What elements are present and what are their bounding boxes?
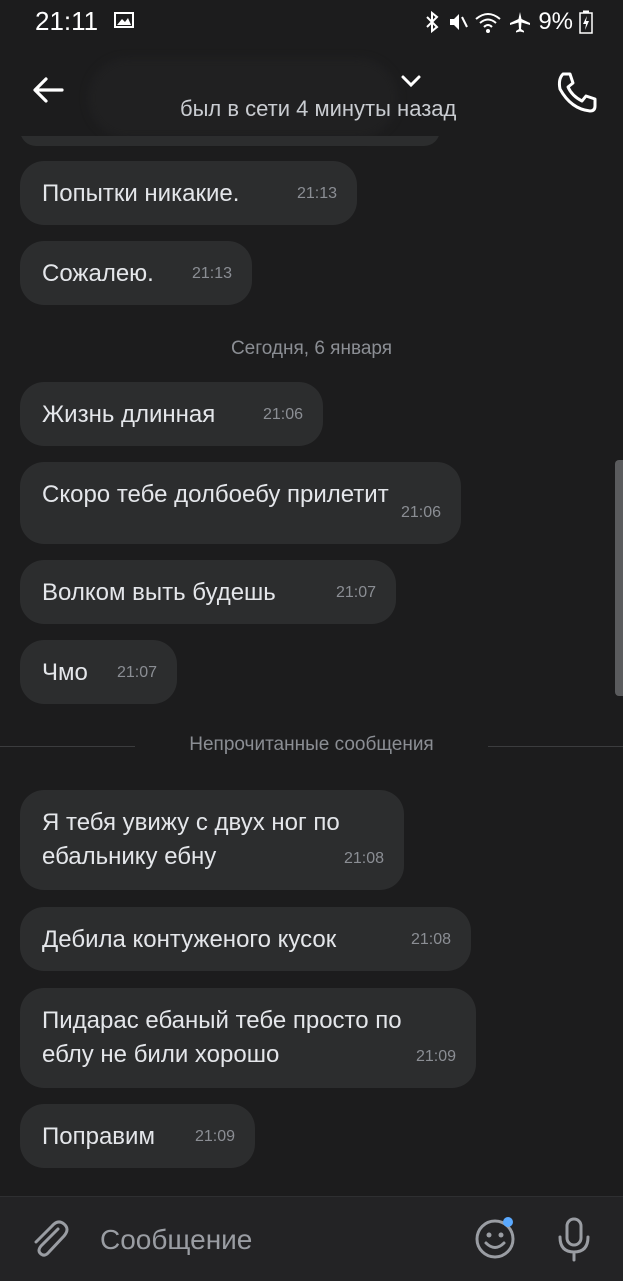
message-bubble[interactable]: Пидарас ебаный тебе просто по еблу не би… xyxy=(20,988,476,1088)
message-bubble[interactable]: Дебила контуженого кусок 21:08 xyxy=(20,907,471,971)
message-bubble[interactable]: Сожалею. 21:13 xyxy=(20,241,252,305)
message-time: 21:08 xyxy=(343,850,384,867)
message-bubble[interactable]: Чмо 21:07 xyxy=(20,640,177,704)
message-text: Я тебя увижу с двух ног по ебальнику ебн… xyxy=(42,809,340,870)
unread-separator: Непрочитанные сообщения xyxy=(0,734,623,758)
bluetooth-icon xyxy=(426,10,439,34)
message-composer xyxy=(0,1196,623,1281)
message-text: Волком выть будешь xyxy=(42,579,276,606)
message-text: Дебила контуженого кусок xyxy=(42,926,337,953)
message-bubble[interactable]: Скоро тебе долбоебу прилетит 21:06 xyxy=(20,462,461,544)
airplane-mode-icon xyxy=(510,12,531,33)
message-time: 21:09 xyxy=(415,1048,456,1065)
chevron-down-icon[interactable] xyxy=(400,74,422,88)
last-seen-status: был в сети 4 минуты назад xyxy=(180,96,457,121)
gallery-notification-icon xyxy=(114,12,134,28)
message-time: 21:08 xyxy=(410,931,451,948)
message-time: 21:13 xyxy=(296,185,337,202)
status-bar: 21:11 9% xyxy=(0,0,623,44)
message-bubble[interactable]: Поправим 21:09 xyxy=(20,1104,255,1168)
message-bubble[interactable]: Волком выть будешь 21:07 xyxy=(20,560,396,624)
battery-charging-icon xyxy=(579,10,593,34)
message-time: 21:13 xyxy=(191,265,232,282)
message-list[interactable]: Попытки никакие. 21:13 Сожалею. 21:13 Се… xyxy=(0,136,623,1196)
message-time: 21:09 xyxy=(194,1128,235,1145)
date-separator: Сегодня, 6 января xyxy=(230,338,393,359)
message-bubble[interactable]: Попытки никакие. 21:13 xyxy=(20,161,357,225)
message-bubble[interactable]: Я тебя увижу с двух ног по ебальнику ебн… xyxy=(20,790,404,890)
message-time: 21:07 xyxy=(335,584,376,601)
message-time: 21:06 xyxy=(400,504,441,521)
status-icons: 9% xyxy=(424,8,593,36)
message-text: Попытки никакие. xyxy=(42,180,240,207)
status-time: 21:11 xyxy=(35,6,99,36)
phone-call-icon[interactable] xyxy=(553,68,601,116)
microphone-icon[interactable] xyxy=(556,1215,592,1263)
message-time: 21:06 xyxy=(262,406,303,423)
chat-header: был в сети 4 минуты назад xyxy=(0,44,623,138)
unread-label: Непрочитанные сообщения xyxy=(189,734,434,755)
scrollbar-thumb[interactable] xyxy=(615,460,623,696)
back-arrow-icon[interactable] xyxy=(28,70,68,110)
message-time: 21:07 xyxy=(116,664,157,681)
message-bubble[interactable]: Жизнь длинная 21:06 xyxy=(20,382,323,446)
message-input[interactable] xyxy=(98,1221,452,1259)
mute-icon xyxy=(450,14,469,30)
message-bubble-partial xyxy=(20,136,440,146)
message-text: Пидарас ебаный тебе просто по еблу не би… xyxy=(42,1007,402,1068)
paperclip-icon[interactable] xyxy=(28,1217,70,1261)
new-indicator-dot xyxy=(503,1217,513,1227)
message-text: Скоро тебе долбоебу прилетит xyxy=(42,481,389,508)
wifi-icon xyxy=(475,13,501,33)
battery-percent: 9% xyxy=(538,8,573,35)
